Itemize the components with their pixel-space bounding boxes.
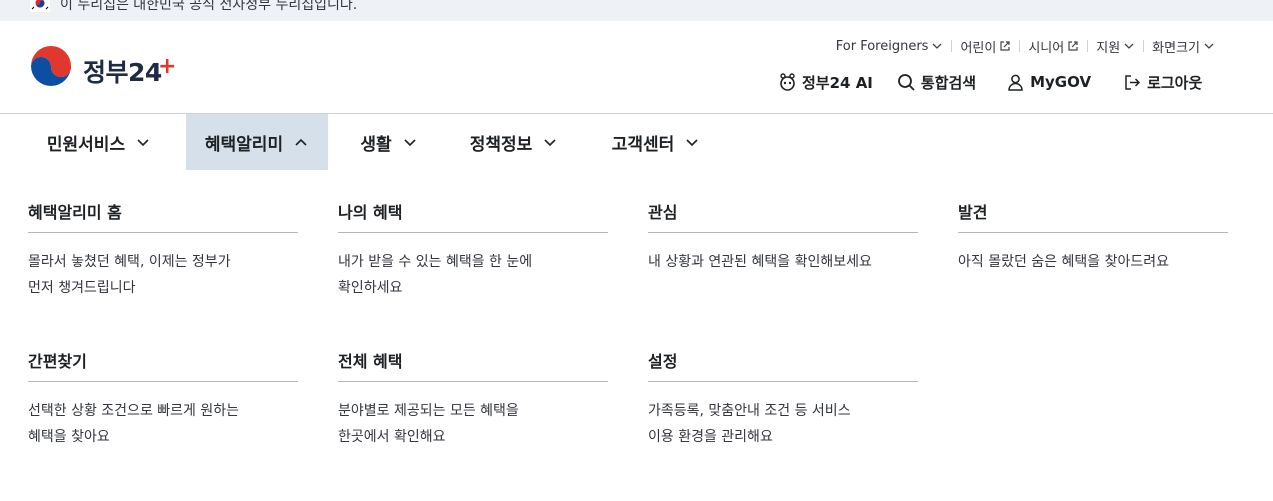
chevron-down-icon	[404, 139, 416, 147]
submenu-title: 전체 혜택	[338, 350, 608, 382]
gov-notice-text: 이 누리집은 대한민국 공식 전자정부 누리집입니다.	[60, 0, 358, 13]
main-utility: 정부24 AI 통합검색 MyGOV 로그아웃	[778, 71, 1202, 93]
logout-icon	[1125, 74, 1141, 90]
submenu-benefit-home[interactable]: 혜택알리미 홈 몰라서 놓쳤던 혜택, 이제는 정부가 먼저 챙겨드립니다	[28, 201, 298, 301]
chevron-down-icon	[932, 43, 942, 49]
search-icon	[897, 73, 915, 91]
submenu-quick-find[interactable]: 간편찾기 선택한 상황 조건으로 빠르게 원하는 혜택을 찾아요	[28, 350, 298, 450]
global-navigation: 민원서비스 혜택알리미 생활 정책정보 고객센터	[0, 114, 1273, 170]
submenu-description: 가족등록, 맞춤안내 조건 등 서비스 이용 환경을 관리해요	[648, 403, 851, 445]
gov24-logo[interactable]: 정부24 +	[27, 44, 177, 92]
util-link-screen-size[interactable]: 화면크기	[1144, 37, 1223, 56]
user-icon	[1008, 74, 1023, 91]
submenu-title: 발견	[958, 201, 1228, 233]
submenu-description: 몰라서 놓쳤던 혜택, 이제는 정부가 먼저 챙겨드립니다	[28, 254, 231, 296]
gnb-item-benefit-alarm[interactable]: 혜택알리미	[186, 114, 328, 170]
gov-notice-bar: 이 누리집은 대한민국 공식 전자정부 누리집입니다.	[0, 0, 1273, 21]
chevron-down-icon	[686, 139, 698, 147]
submenu-my-benefits[interactable]: 나의 혜택 내가 받을 수 있는 혜택을 한 눈에 확인하세요	[338, 201, 608, 301]
util-link-kids[interactable]: 어린이	[952, 37, 1019, 56]
brand-name: 정부24	[83, 58, 162, 87]
gov24-ai-button[interactable]: 정부24 AI	[778, 72, 873, 93]
gnb-item-life[interactable]: 생활	[346, 114, 432, 170]
submenu-title: 관심	[648, 201, 918, 233]
gnb-item-civil-service[interactable]: 민원서비스	[28, 114, 170, 170]
submenu-description: 분야별로 제공되는 모든 혜택을 한곳에서 확인해요	[338, 403, 519, 445]
logout-button[interactable]: 로그아웃	[1123, 72, 1202, 93]
submenu-description: 내가 받을 수 있는 혜택을 한 눈에 확인하세요	[338, 254, 533, 296]
integrated-search-button[interactable]: 통합검색	[897, 72, 976, 93]
plus-icon: +	[158, 54, 177, 79]
submenu-description: 선택한 상황 조건으로 빠르게 원하는 혜택을 찾아요	[28, 403, 239, 445]
utility-links: For Foreigners 어린이 시니어 지원 화면크기	[828, 36, 1223, 56]
submenu-discover[interactable]: 발견 아직 몰랐던 숨은 혜택을 찾아드려요	[958, 201, 1228, 275]
submenu-title: 나의 혜택	[338, 201, 608, 233]
submenu-title: 설정	[648, 350, 918, 382]
gnb-item-customer-center[interactable]: 고객센터	[598, 114, 714, 170]
chevron-down-icon	[1124, 43, 1134, 49]
chevron-down-icon	[137, 139, 149, 147]
submenu-interest[interactable]: 관심 내 상황과 연관된 혜택을 확인해보세요	[648, 201, 918, 275]
chevron-down-icon	[544, 139, 556, 147]
util-link-senior[interactable]: 시니어	[1020, 37, 1087, 56]
external-link-icon	[1068, 41, 1078, 51]
util-link-support[interactable]: 지원	[1088, 37, 1143, 56]
ai-bot-icon	[780, 72, 795, 91]
submenu-description: 내 상황과 연관된 혜택을 확인해보세요	[648, 254, 872, 270]
submenu-title: 간편찾기	[28, 350, 298, 382]
chevron-up-icon	[295, 138, 307, 146]
gov-emblem-icon	[29, 46, 73, 90]
external-link-icon	[1000, 41, 1010, 51]
chevron-down-icon	[1204, 43, 1214, 49]
korean-flag-icon	[30, 0, 50, 12]
util-link-foreigners[interactable]: For Foreigners	[828, 39, 952, 54]
submenu-all-benefits[interactable]: 전체 혜택 분야별로 제공되는 모든 혜택을 한곳에서 확인해요	[338, 350, 608, 450]
submenu-description: 아직 몰랐던 숨은 혜택을 찾아드려요	[958, 254, 1169, 270]
submenu-settings[interactable]: 설정 가족등록, 맞춤안내 조건 등 서비스 이용 환경을 관리해요	[648, 350, 918, 450]
gnb-item-policy-info[interactable]: 정책정보	[456, 114, 572, 170]
submenu-title: 혜택알리미 홈	[28, 201, 298, 233]
mygov-button[interactable]: MyGOV	[1006, 73, 1091, 92]
